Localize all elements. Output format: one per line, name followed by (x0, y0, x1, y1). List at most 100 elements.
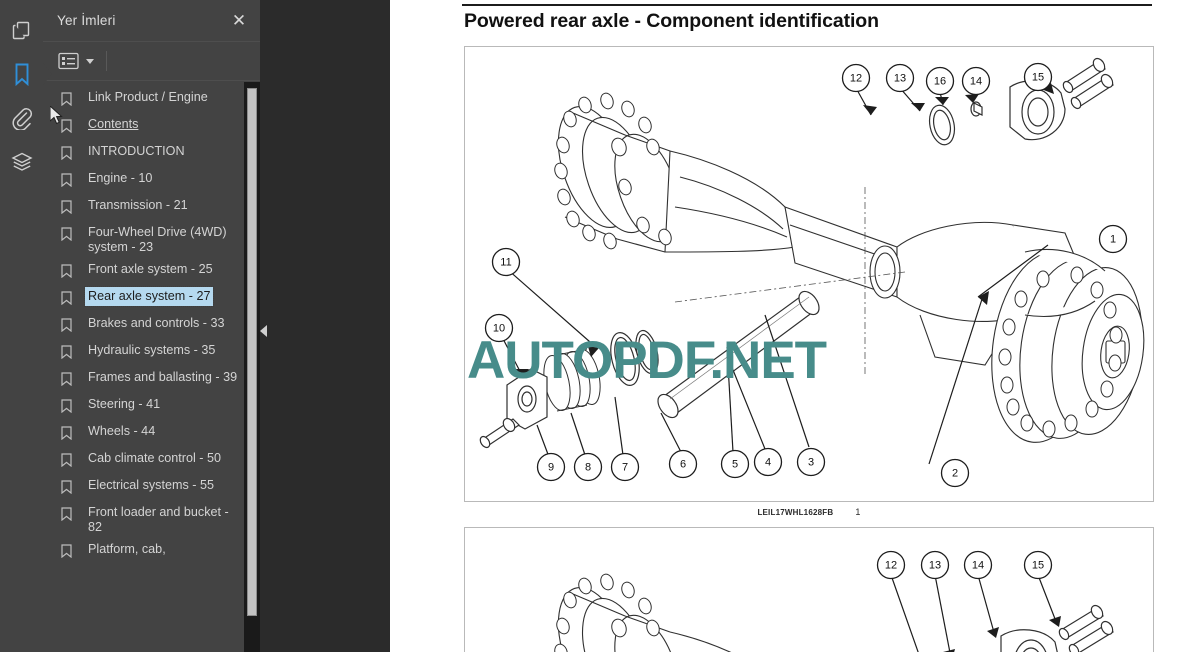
collapse-panel-arrow-icon[interactable] (260, 325, 267, 337)
bookmark-item[interactable]: Front axle system - 25 (43, 258, 260, 285)
callout-label: 3 (808, 457, 814, 469)
callout-5: 5 (720, 449, 750, 479)
bookmark-item-label: Cab climate control - 50 (88, 451, 221, 466)
bookmark-item-icon (61, 476, 76, 499)
document-page[interactable]: Powered rear axle - Component identifica… (390, 0, 1200, 652)
bookmarks-scrollbar-thumb[interactable] (247, 88, 257, 616)
layers-glyph (10, 152, 33, 171)
bookmarks-icon[interactable] (0, 52, 43, 96)
bookmark-item[interactable]: Link Product / Engine (43, 86, 260, 113)
bookmark-options-button[interactable] (58, 52, 94, 70)
bookmark-item-icon (61, 368, 76, 391)
callout-1: 1 (1098, 224, 1128, 254)
figure-2: 12 13 14 15 (464, 527, 1154, 652)
bookmark-item[interactable]: Front loader and bucket - 82 (43, 501, 260, 538)
attachments-icon[interactable] (0, 96, 43, 140)
bookmarks-panel: Yer İmleri ✕ Link Product / Engine Conten… (43, 0, 260, 652)
callout-11: 11 (491, 247, 521, 277)
callout-label: 15 (1032, 72, 1044, 84)
bookmark-item-icon (61, 341, 76, 364)
callout-3: 3 (796, 447, 826, 477)
bookmark-item-icon (61, 503, 76, 526)
callout-label: 16 (934, 76, 946, 88)
chevron-down-icon (86, 58, 94, 64)
bookmark-item-label: Front axle system - 25 (88, 262, 213, 277)
bookmark-item-label: Electrical systems - 55 (88, 478, 214, 493)
bookmarks-toolbar (43, 42, 260, 81)
callout-7: 7 (610, 452, 640, 482)
bookmark-item-icon (61, 196, 76, 219)
bookmark-list[interactable]: Link Product / Engine Contents INTRODUCTIO… (43, 81, 260, 652)
bookmark-item[interactable]: Electrical systems - 55 (43, 474, 260, 501)
bookmarks-scrollbar-track[interactable] (244, 82, 260, 652)
bookmark-item[interactable]: Hydraulic systems - 35 (43, 339, 260, 366)
bookmark-item-label: Engine - 10 (88, 171, 153, 185)
bookmark-item-label: Platform, cab, (88, 542, 166, 557)
callout-12: 12 (841, 63, 871, 93)
page-thumbnails-glyph (12, 21, 30, 39)
bookmark-item-label: Front loader and bucket - 82 (88, 505, 229, 534)
close-icon[interactable]: ✕ (230, 12, 248, 29)
toolbar-separator (106, 51, 107, 71)
callout-label: 14 (972, 560, 984, 572)
bookmark-item[interactable]: INTRODUCTION (43, 140, 260, 167)
bookmark-item-icon (61, 422, 76, 445)
figure-1-caption: LEIL17WHL1628FB 1 (464, 507, 1154, 517)
bookmark-item-label: Wheels - 44 (88, 424, 156, 439)
bookmark-item[interactable]: Cab climate control - 50 (43, 447, 260, 474)
callout-label: 13 (929, 560, 941, 572)
bookmark-item-icon (61, 142, 76, 165)
bookmark-item-label: Brakes and controls - 33 (88, 316, 225, 331)
page-title: Powered rear axle - Component identifica… (464, 10, 879, 32)
bookmark-item[interactable]: Transmission - 21 (43, 194, 260, 221)
bookmark-item-icon (61, 314, 76, 337)
bookmark-item[interactable]: Rear axle system - 27 (43, 285, 260, 312)
bookmark-item[interactable]: Platform, cab, (43, 538, 260, 565)
callout-13: 13 (885, 63, 915, 93)
figure-1-caption-number: 1 (855, 507, 861, 517)
callout-label: 2 (952, 468, 958, 480)
title-rule (462, 4, 1152, 6)
bookmark-item-icon (61, 169, 76, 192)
panel-title: Yer İmleri (57, 13, 116, 28)
bookmark-item[interactable]: Four-Wheel Drive (4WD) system - 23 (43, 221, 260, 258)
callout-12: 12 (876, 550, 906, 580)
page-thumbnails-icon[interactable] (0, 8, 43, 52)
callout-label: 10 (493, 323, 505, 335)
bookmark-item-icon (61, 260, 76, 283)
paperclip-glyph (11, 107, 32, 130)
bookmark-item[interactable]: Contents (43, 113, 260, 140)
callout-15: 15 (1023, 550, 1053, 580)
callout-9: 9 (536, 452, 566, 482)
callout-14: 14 (961, 66, 991, 96)
callout-label: 12 (885, 560, 897, 572)
bookmark-item-label: Four-Wheel Drive (4WD) system - 23 (88, 225, 227, 254)
mouse-cursor-icon (50, 106, 63, 125)
bookmark-item-label: INTRODUCTION (88, 144, 185, 158)
bookmark-item[interactable]: Engine - 10 (43, 167, 260, 194)
pdf-viewer-window: Yer İmleri ✕ Link Product / Engine Conten… (0, 0, 1200, 652)
callout-label: 13 (894, 73, 906, 85)
bookmarks-panel-header: Yer İmleri ✕ (43, 0, 260, 42)
callout-label: 11 (500, 257, 511, 269)
callout-label: 8 (585, 462, 591, 474)
callout-14: 14 (963, 550, 993, 580)
list-options-icon (58, 52, 79, 70)
bookmark-item[interactable]: Steering - 41 (43, 393, 260, 420)
callout-label: 5 (732, 459, 738, 471)
bookmark-item-label: Steering - 41 (88, 397, 161, 412)
bookmark-item-label: Hydraulic systems - 35 (88, 343, 216, 358)
callout-label: 14 (970, 76, 982, 88)
callout-label: 9 (548, 462, 554, 474)
bookmark-item-label: Rear axle system - 27 (83, 286, 215, 307)
callout-label: 6 (680, 459, 686, 471)
bookmark-item[interactable]: Frames and ballasting - 39 (43, 366, 260, 393)
bookmark-item-icon (61, 395, 76, 418)
layers-icon[interactable] (0, 140, 43, 184)
bookmark-item[interactable]: Wheels - 44 (43, 420, 260, 447)
bookmark-item-label: Contents (88, 117, 139, 131)
bookmark-item-label: Frames and ballasting - 39 (88, 370, 238, 385)
rear-axle-exploded-drawing: 123456789101112 13 14 1516 (479, 57, 1145, 488)
panel-splitter[interactable] (260, 0, 390, 652)
bookmark-item[interactable]: Brakes and controls - 33 (43, 312, 260, 339)
